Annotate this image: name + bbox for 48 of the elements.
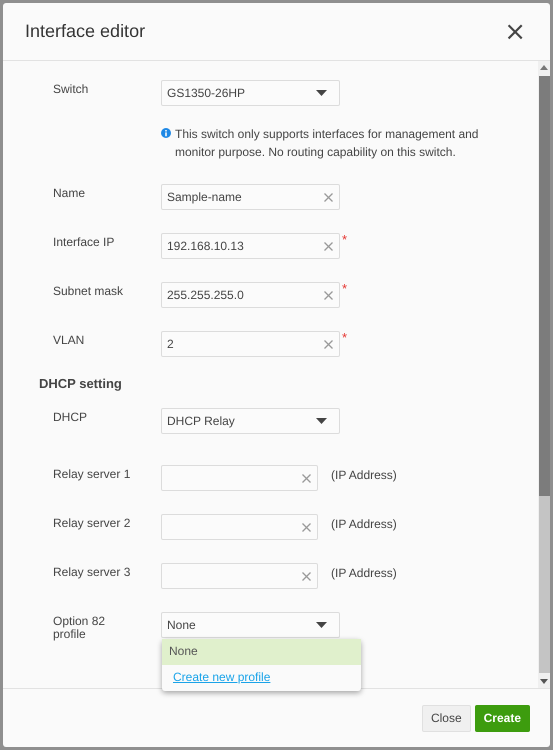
scrollbar[interactable] bbox=[538, 61, 550, 688]
required-mark: * bbox=[342, 233, 348, 246]
dropdown[interactable]: None bbox=[161, 612, 340, 638]
input-field[interactable]: Sample-name bbox=[161, 184, 340, 210]
info-text: This switch only supports interfaces for management and monitor purpose. No routing capability on this switch. bbox=[175, 126, 480, 161]
clear-icon[interactable] bbox=[324, 192, 333, 202]
close-button[interactable]: Close bbox=[422, 704, 471, 732]
required-mark: * bbox=[342, 282, 348, 295]
input-field[interactable] bbox=[161, 514, 318, 540]
scroll-down-icon[interactable] bbox=[540, 679, 548, 684]
field-label: Relay server 3 bbox=[53, 564, 132, 581]
section-heading: DHCP setting bbox=[39, 376, 123, 391]
caret-icon bbox=[316, 622, 327, 628]
clear-icon[interactable] bbox=[324, 290, 333, 300]
clear-icon[interactable] bbox=[302, 522, 311, 532]
field-label: VLAN bbox=[53, 332, 86, 349]
field-hint: (IP Address) bbox=[331, 516, 397, 531]
field-label: DHCP bbox=[53, 409, 88, 426]
clear-icon[interactable] bbox=[302, 474, 311, 482]
scroll-thumb[interactable] bbox=[538, 76, 550, 496]
field-label: Name bbox=[53, 185, 86, 202]
input-field[interactable]: 192.168.10.13 bbox=[161, 233, 340, 259]
dialog-title: Interface editor bbox=[25, 21, 146, 42]
close-button[interactable]: × bbox=[500, 18, 530, 44]
info-icon bbox=[161, 128, 171, 138]
clear-icon[interactable] bbox=[324, 242, 333, 250]
field-label: Switch bbox=[53, 81, 90, 98]
input-field[interactable] bbox=[161, 563, 318, 589]
caret-icon bbox=[316, 418, 327, 424]
scroll-up-icon[interactable] bbox=[540, 65, 548, 70]
dropdown[interactable]: DHCP Relay bbox=[161, 408, 340, 434]
dropdown-option[interactable]: None bbox=[162, 639, 361, 665]
required-mark: * bbox=[342, 331, 348, 344]
input-field[interactable] bbox=[161, 465, 318, 491]
input-field[interactable]: 255.255.255.0 bbox=[161, 282, 340, 308]
field-label: Relay server 2 bbox=[53, 515, 132, 532]
field-hint: (IP Address) bbox=[331, 467, 397, 482]
dropdown[interactable]: GS1350-26HP bbox=[161, 80, 340, 106]
caret-icon bbox=[316, 90, 327, 96]
field-label: Relay server 1 bbox=[53, 466, 132, 483]
create-button[interactable]: Create bbox=[474, 704, 530, 732]
clear-icon[interactable] bbox=[302, 572, 311, 580]
field-label: Subnet mask bbox=[53, 283, 124, 300]
input-field[interactable]: 2 bbox=[161, 331, 340, 357]
field-hint: (IP Address) bbox=[331, 565, 397, 580]
field-label: Interface IP bbox=[53, 234, 116, 251]
clear-icon[interactable] bbox=[324, 340, 333, 348]
field-label: Option 82 profile bbox=[53, 613, 106, 642]
